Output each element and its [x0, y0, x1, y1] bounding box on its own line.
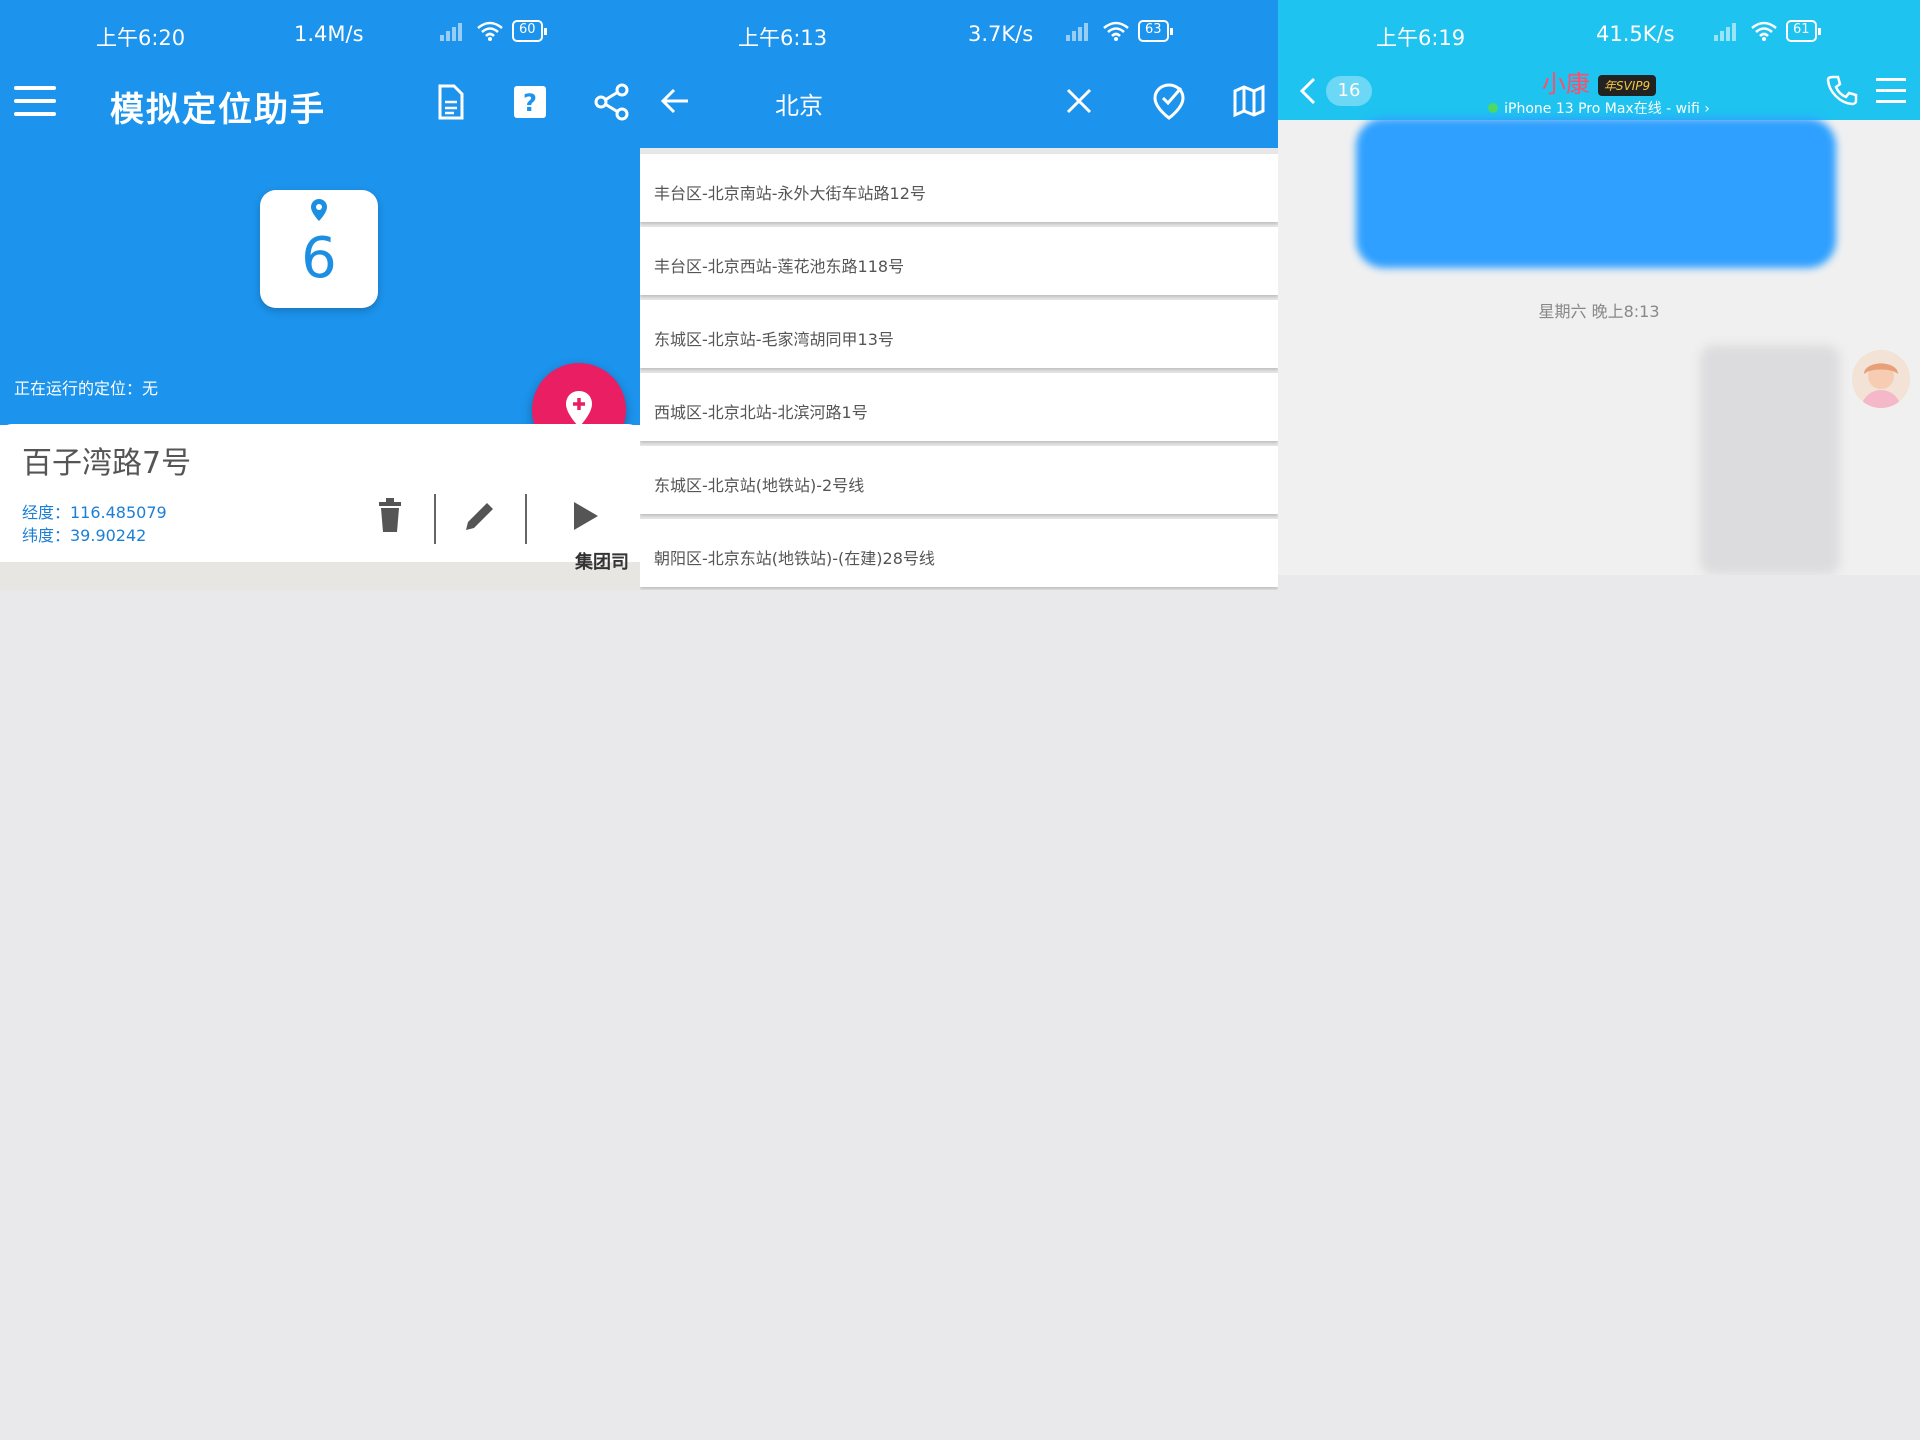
- map-icon[interactable]: [1232, 84, 1266, 118]
- status-network-speed: 3.7K/s: [968, 22, 1034, 46]
- battery-icon: 60: [512, 20, 547, 42]
- search-results-screen: 上午6:13 3.7K/s 63 北京 丰台区-北京南站-永外大街车站路12号 …: [640, 0, 1278, 590]
- device-status-text: iPhone 13 Pro Max在线 - wifi ›: [1504, 101, 1710, 117]
- document-icon[interactable]: [430, 82, 470, 122]
- search-result-item[interactable]: 丰台区-北京西站-莲花池东路118号: [640, 227, 1278, 295]
- search-input[interactable]: 北京: [775, 86, 823, 121]
- status-icons: 63: [1066, 20, 1173, 42]
- status-network-speed: 41.5K/s: [1596, 22, 1675, 46]
- search-result-item[interactable]: 东城区-北京站-毛家湾胡同甲13号: [640, 300, 1278, 368]
- search-result-item[interactable]: 东城区-北京站(地铁站)-2号线: [640, 446, 1278, 514]
- avatar[interactable]: [1852, 350, 1910, 408]
- search-result-item[interactable]: 朝阳区-北京东站(地铁站)-(在建)28号线: [640, 519, 1278, 587]
- chat-screen: 上午6:19 41.5K/s 61 16 小康 年SVIP9 iPhone 13 …: [1278, 0, 1920, 575]
- contact-name: 小康: [1541, 70, 1590, 98]
- status-time: 上午6:13: [738, 26, 828, 50]
- blurred-message-bubble: [1356, 118, 1836, 268]
- signal-icon: [1714, 21, 1742, 41]
- svg-text:?: ?: [523, 89, 537, 117]
- back-arrow-icon[interactable]: [658, 84, 692, 118]
- latitude-value: 纬度：39.90242: [22, 526, 147, 545]
- map-preview[interactable]: 集团司: [0, 552, 640, 590]
- status-bar: 上午6:13 3.7K/s 63: [640, 0, 1278, 68]
- clear-icon[interactable]: [1064, 86, 1094, 116]
- battery-icon: 61: [1786, 20, 1821, 42]
- running-location-label: 正在运行的定位：无: [14, 379, 159, 398]
- location-count: 6: [301, 226, 337, 291]
- location-card[interactable]: 百子湾路7号 经度：116.485079 纬度：39.90242: [0, 424, 640, 562]
- location-check-icon[interactable]: [1152, 82, 1186, 120]
- divider: [525, 494, 527, 544]
- status-icons: 61: [1714, 20, 1821, 42]
- delete-icon[interactable]: [370, 496, 410, 536]
- wifi-icon: [477, 21, 503, 41]
- device-status[interactable]: iPhone 13 Pro Max在线 - wifi ›: [1278, 98, 1920, 118]
- share-icon[interactable]: [592, 82, 632, 122]
- map-label: 集团司: [575, 552, 629, 573]
- message-timestamp: 星期六 晚上8:13: [1538, 302, 1660, 321]
- edit-icon[interactable]: [460, 496, 500, 536]
- location-helper-screen: 上午6:20 1.4M/s 60 模拟定位助手 ? 6 正在运行的定位：无 百子…: [0, 0, 640, 590]
- search-result-item[interactable]: 丰台区-北京南站-永外大街车站路12号: [640, 154, 1278, 222]
- longitude-value: 经度：116.485079: [22, 503, 167, 522]
- menu-icon[interactable]: [1876, 78, 1906, 103]
- location-count-tile[interactable]: 6: [260, 190, 378, 308]
- status-time: 上午6:20: [96, 26, 186, 50]
- help-icon[interactable]: ?: [510, 82, 550, 122]
- blurred-message-bubble: [1700, 345, 1840, 575]
- location-address: 百子湾路7号: [22, 446, 192, 481]
- divider: [434, 494, 436, 544]
- play-icon[interactable]: [564, 496, 604, 536]
- add-location-pin-icon: [566, 391, 592, 427]
- status-bar: 上午6:19 41.5K/s 61: [1278, 0, 1920, 68]
- contact-name-row[interactable]: 小康 年SVIP9: [1278, 64, 1920, 99]
- avatar-image: [1852, 350, 1910, 408]
- vip-badge: 年SVIP9: [1597, 74, 1657, 96]
- menu-icon[interactable]: [14, 86, 56, 118]
- signal-icon: [1066, 21, 1094, 41]
- app-title: 模拟定位助手: [110, 90, 326, 130]
- battery-icon: 63: [1138, 20, 1173, 42]
- signal-icon: [440, 21, 468, 41]
- status-time: 上午6:19: [1376, 26, 1466, 50]
- location-pin-icon: [311, 199, 327, 221]
- phone-icon[interactable]: [1826, 74, 1858, 106]
- search-result-item[interactable]: 西城区-北京北站-北滨河路1号: [640, 373, 1278, 441]
- status-bar: 上午6:20 1.4M/s 60: [0, 0, 640, 68]
- status-icons: 60: [440, 20, 547, 42]
- status-network-speed: 1.4M/s: [294, 22, 364, 46]
- online-dot-icon: [1488, 103, 1499, 113]
- wifi-icon: [1751, 21, 1777, 41]
- wifi-icon: [1103, 21, 1129, 41]
